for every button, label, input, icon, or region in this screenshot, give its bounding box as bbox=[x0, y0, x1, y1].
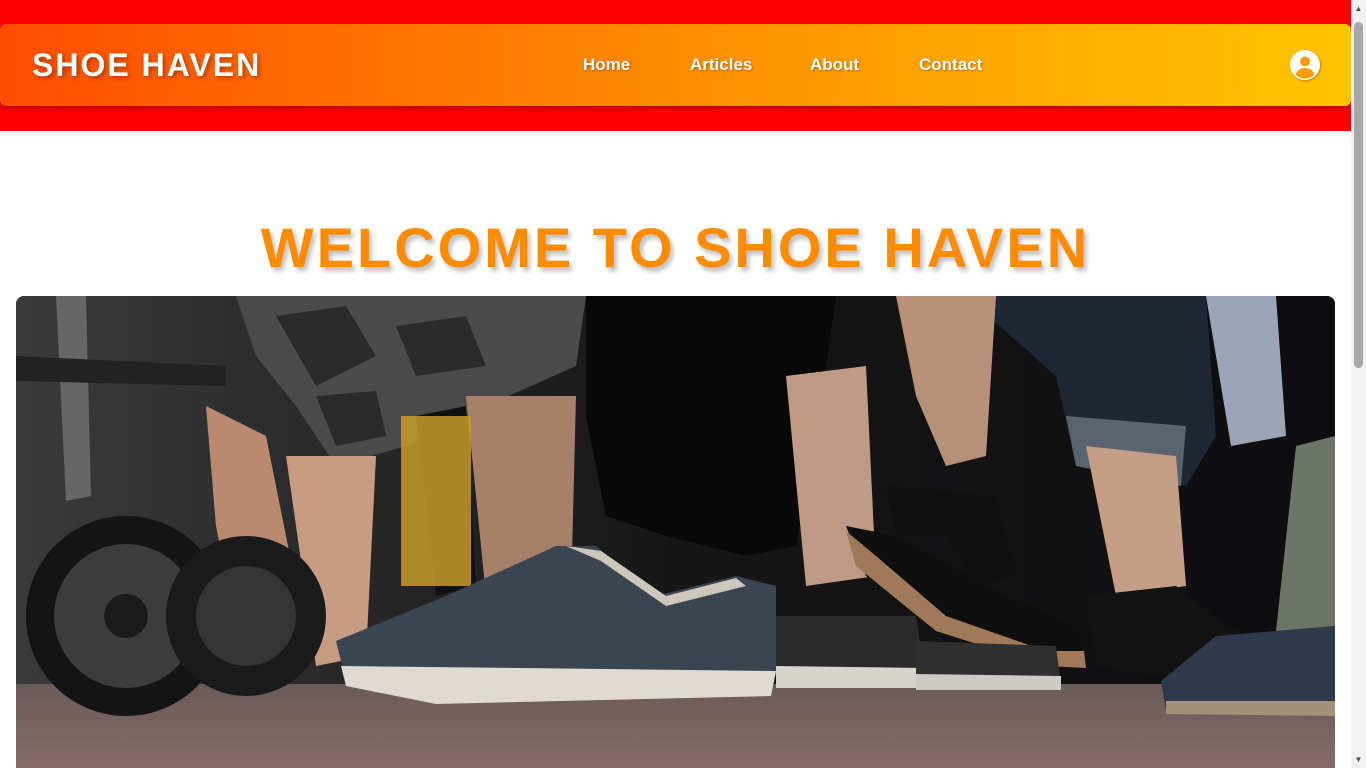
nav-links: Home Articles About Contact bbox=[0, 24, 1351, 106]
vertical-scrollbar[interactable]: ▲ ▼ bbox=[1351, 0, 1366, 768]
nav-link-home[interactable]: Home bbox=[583, 55, 630, 75]
nav-link-articles[interactable]: Articles bbox=[690, 55, 752, 75]
page-title: WELCOME TO SHOE HAVEN bbox=[260, 215, 1091, 279]
nav-link-about[interactable]: About bbox=[810, 55, 859, 75]
hero-image bbox=[16, 296, 1335, 768]
scroll-down-arrow-icon[interactable]: ▼ bbox=[1351, 751, 1366, 768]
user-account-button[interactable] bbox=[1289, 49, 1321, 81]
nav-link-contact[interactable]: Contact bbox=[919, 55, 982, 75]
user-circle-icon bbox=[1290, 50, 1320, 80]
street-crowd-shoes-photo bbox=[16, 296, 1335, 768]
scrollbar-thumb[interactable] bbox=[1354, 22, 1363, 368]
navbar: SHOE HAVEN Home Articles About Contact bbox=[0, 24, 1351, 106]
page-viewport: SHOE HAVEN Home Articles About Contact W… bbox=[0, 0, 1351, 768]
scroll-up-arrow-icon[interactable]: ▲ bbox=[1351, 0, 1366, 17]
